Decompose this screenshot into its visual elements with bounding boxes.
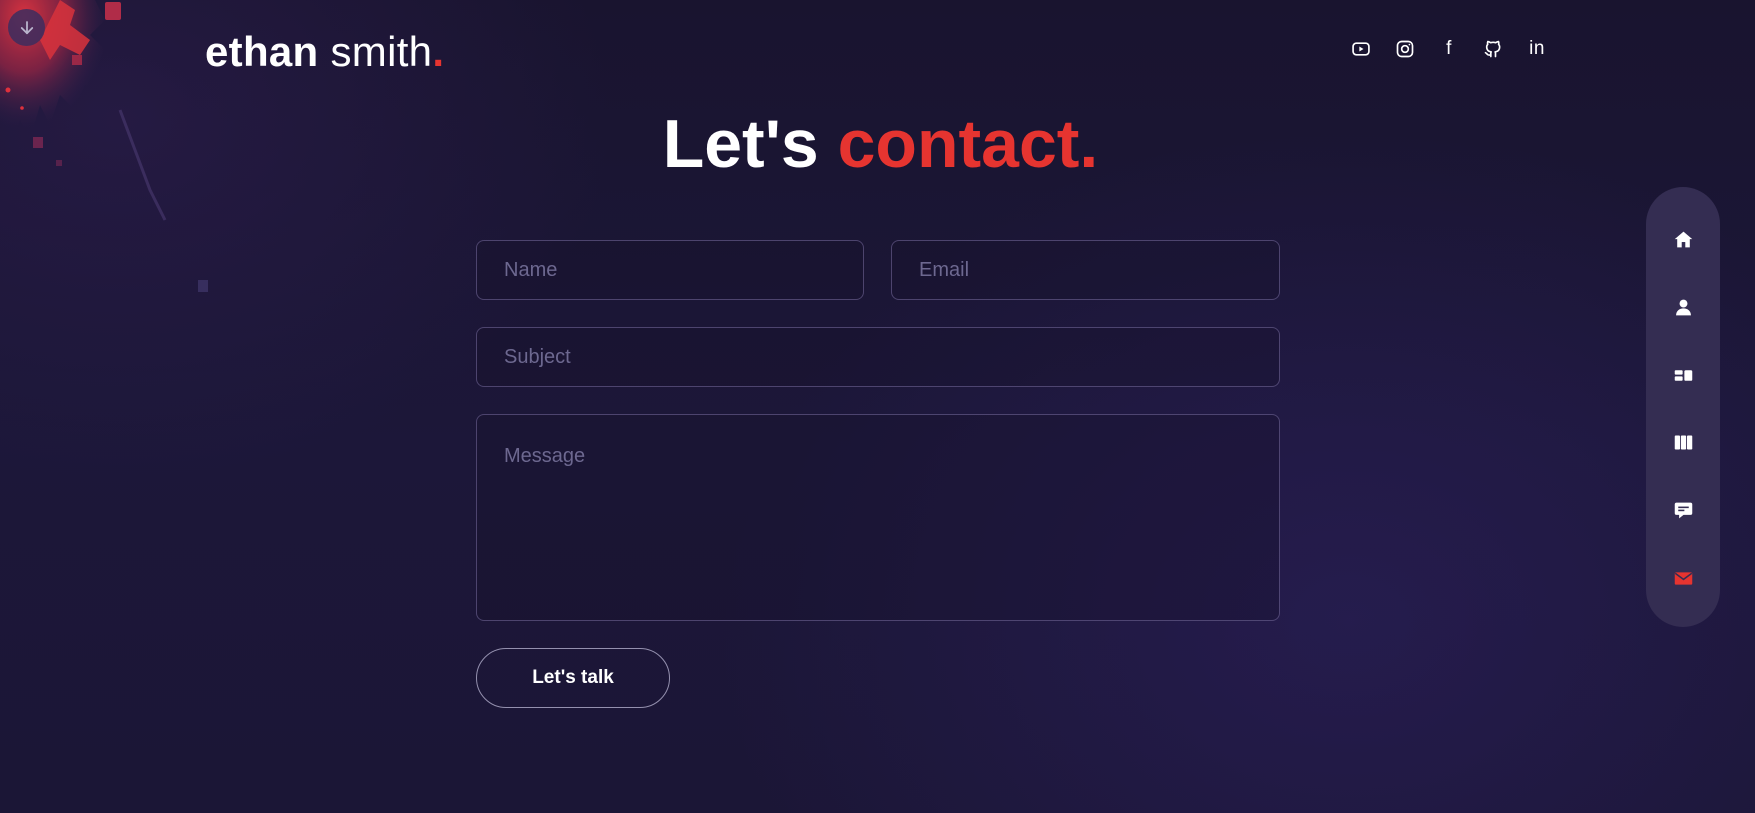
scroll-down-button[interactable]: [8, 9, 45, 46]
nav-item-about[interactable]: [1663, 288, 1703, 327]
facebook-link[interactable]: f: [1438, 38, 1460, 60]
message-textarea[interactable]: [476, 414, 1280, 621]
arrow-down-icon: [20, 20, 33, 34]
nav-item-home[interactable]: [1663, 220, 1703, 259]
facebook-icon: f: [1446, 38, 1452, 59]
home-icon: [1674, 231, 1692, 248]
linkedin-icon: in: [1529, 38, 1545, 59]
name-input[interactable]: [476, 240, 864, 300]
instagram-link[interactable]: [1394, 38, 1416, 60]
portfolio-icon: [1674, 435, 1692, 450]
title-plain: Let's: [662, 106, 819, 182]
user-icon: [1675, 299, 1691, 316]
social-links: f in: [1350, 38, 1548, 60]
github-link[interactable]: [1482, 38, 1504, 60]
services-icon: [1674, 369, 1692, 381]
site-logo[interactable]: ethan smith.: [205, 26, 444, 78]
email-input[interactable]: [891, 240, 1280, 300]
page: ethan smith. f in Let's contact. Name Em…: [0, 0, 1755, 813]
linkedin-link[interactable]: in: [1526, 38, 1548, 60]
github-icon: [1484, 40, 1501, 58]
mail-icon: [1674, 572, 1692, 585]
nav-item-portfolio[interactable]: [1663, 423, 1703, 462]
title-accent: contact.: [837, 106, 1099, 182]
nav-item-services[interactable]: [1663, 356, 1703, 395]
instagram-icon: [1396, 40, 1414, 58]
youtube-link[interactable]: [1350, 38, 1372, 60]
logo-last-name: smith: [330, 28, 433, 75]
lets-talk-button[interactable]: Let's talk: [476, 648, 670, 708]
subject-input[interactable]: [476, 327, 1280, 387]
testimonial-icon: [1674, 502, 1692, 519]
nav-item-testimonials[interactable]: [1663, 491, 1703, 530]
page-title: Let's contact.: [0, 100, 1755, 188]
logo-first-name: ethan: [205, 28, 319, 75]
nav-item-contact[interactable]: [1663, 559, 1703, 598]
logo-dot: .: [432, 28, 445, 75]
side-navigation: [1646, 187, 1720, 627]
youtube-icon: [1352, 42, 1370, 56]
